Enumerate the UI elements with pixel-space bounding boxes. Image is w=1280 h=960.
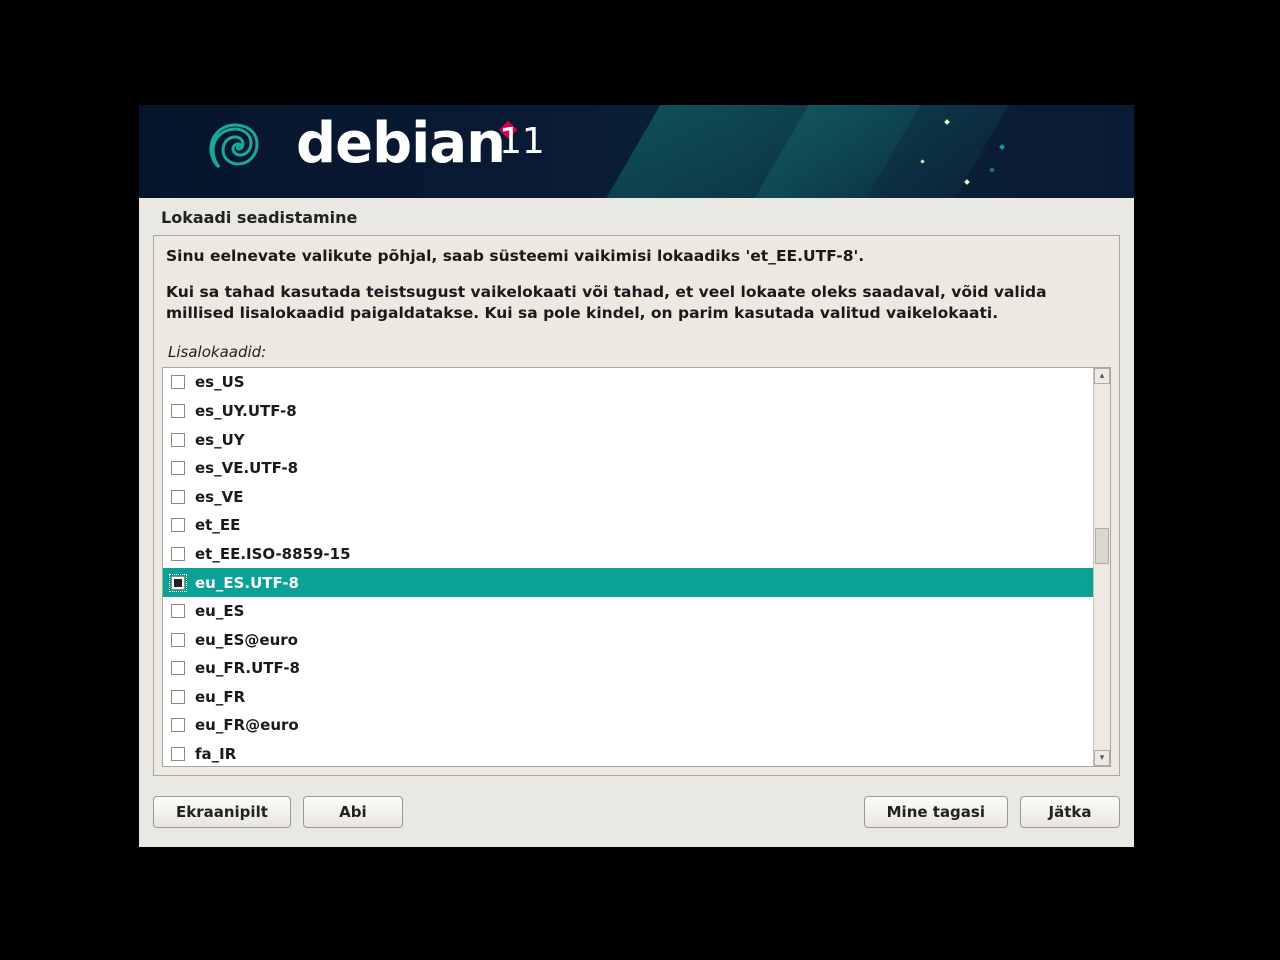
banner-decoration [574, 105, 1134, 198]
description: Sinu eelnevate valikute põhjal, saab süs… [154, 236, 1119, 341]
installer-window: debian◆ 11 Lokaadi seadistamine Sinu eel… [139, 105, 1134, 847]
locale-label: eu_ES.UTF-8 [195, 574, 299, 592]
locale-checkbox[interactable] [171, 433, 185, 447]
locale-row[interactable]: es_VE.UTF-8 [163, 454, 1093, 483]
locale-row[interactable]: fa_IR [163, 740, 1093, 766]
locale-row[interactable]: eu_FR [163, 683, 1093, 712]
locale-label: es_VE.UTF-8 [195, 459, 298, 477]
locale-row[interactable]: eu_FR.UTF-8 [163, 654, 1093, 683]
locale-checkbox[interactable] [171, 604, 185, 618]
locale-label: eu_ES [195, 602, 244, 620]
locale-row[interactable]: es_UY.UTF-8 [163, 397, 1093, 426]
locale-label: es_UY.UTF-8 [195, 402, 297, 420]
locale-row[interactable]: eu_FR@euro [163, 711, 1093, 740]
description-line-2: Kui sa tahad kasutada teistsugust vaikel… [166, 282, 1107, 325]
banner-version: 11 [499, 121, 545, 162]
help-button[interactable]: Abi [303, 796, 403, 828]
locale-checkbox[interactable] [171, 633, 185, 647]
locale-checkbox[interactable] [171, 718, 185, 732]
locale-label: es_UY [195, 431, 245, 449]
description-line-1: Sinu eelnevate valikute põhjal, saab süs… [166, 246, 1107, 268]
scroll-thumb[interactable] [1095, 528, 1109, 564]
locale-checkbox[interactable] [171, 690, 185, 704]
locale-label: eu_ES@euro [195, 631, 298, 649]
go-back-button[interactable]: Mine tagasi [864, 796, 1008, 828]
banner: debian◆ 11 [139, 105, 1134, 198]
locale-label: es_VE [195, 488, 243, 506]
locale-checkbox[interactable] [171, 461, 185, 475]
debian-swirl-icon [201, 117, 261, 185]
locale-checkbox[interactable] [171, 518, 185, 532]
locale-checkbox[interactable] [171, 404, 185, 418]
locale-label: et_EE [195, 516, 240, 534]
locale-label: et_EE.ISO-8859-15 [195, 545, 351, 563]
locale-label: es_US [195, 373, 245, 391]
locale-checkbox[interactable] [171, 490, 185, 504]
footer: Ekraanipilt Abi Mine tagasi Jätka [139, 776, 1134, 838]
locale-row[interactable]: eu_ES@euro [163, 625, 1093, 654]
scrollbar[interactable]: ▴ ▾ [1093, 368, 1110, 766]
page-title: Lokaadi seadistamine [139, 198, 1134, 235]
locale-row[interactable]: eu_ES.UTF-8 [163, 568, 1093, 597]
locale-list: es_US es_UY.UTF-8 es_UY es_VE.UTF-8 es_VE et_… [162, 367, 1111, 767]
locale-checkbox[interactable] [171, 547, 185, 561]
locale-row[interactable]: et_EE [163, 511, 1093, 540]
locale-row[interactable]: es_UY [163, 425, 1093, 454]
scroll-up-button[interactable]: ▴ [1094, 368, 1110, 384]
locale-checkbox[interactable] [171, 661, 185, 675]
locale-row[interactable]: et_EE.ISO-8859-15 [163, 540, 1093, 569]
locale-label: eu_FR [195, 688, 245, 706]
locale-list-viewport[interactable]: es_US es_UY.UTF-8 es_UY es_VE.UTF-8 es_VE et_… [163, 368, 1093, 766]
locale-label: fa_IR [195, 745, 236, 763]
screenshot-button[interactable]: Ekraanipilt [153, 796, 291, 828]
list-label: Lisalokaadid: [154, 341, 1119, 367]
locale-checkbox[interactable] [171, 375, 185, 389]
scroll-down-button[interactable]: ▾ [1094, 750, 1110, 766]
locale-label: eu_FR@euro [195, 716, 299, 734]
locale-row[interactable]: es_US [163, 368, 1093, 397]
banner-product: debian◆ [296, 111, 522, 176]
main-panel: Sinu eelnevate valikute põhjal, saab süs… [153, 235, 1120, 776]
locale-label: eu_FR.UTF-8 [195, 659, 300, 677]
locale-row[interactable]: es_VE [163, 482, 1093, 511]
locale-checkbox[interactable] [171, 747, 185, 761]
locale-row[interactable]: eu_ES [163, 597, 1093, 626]
continue-button[interactable]: Jätka [1020, 796, 1120, 828]
locale-checkbox[interactable] [171, 576, 185, 590]
